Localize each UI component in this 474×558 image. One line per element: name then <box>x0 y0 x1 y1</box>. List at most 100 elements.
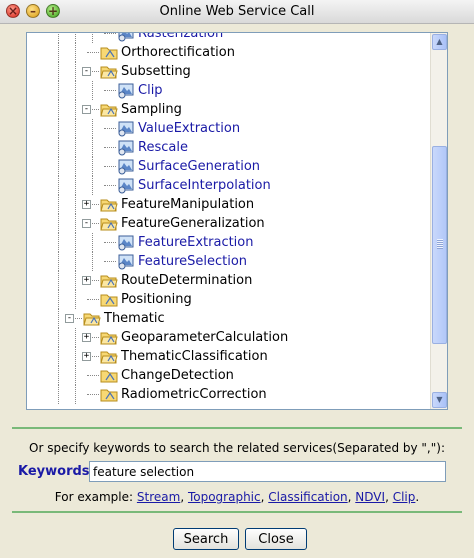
tree-connector-line <box>104 147 116 148</box>
example-row: For example: Stream, Topographic, Classi… <box>54 490 420 504</box>
tree-guide-line <box>92 176 93 195</box>
tree-guide-line <box>92 33 93 43</box>
tree-node[interactable]: Positioning <box>27 290 431 309</box>
tree-node-label[interactable]: SurfaceGeneration <box>138 157 260 176</box>
tree-node[interactable]: + GeoparameterCalculation <box>27 328 431 347</box>
tree-guide-line <box>75 33 76 43</box>
folder-icon <box>100 348 118 365</box>
tree-node[interactable]: - Thematic <box>27 309 431 328</box>
service-icon <box>117 33 135 42</box>
tree-guide-line <box>58 271 59 290</box>
tree-node[interactable]: ValueExtraction <box>27 119 431 138</box>
folder-icon <box>100 272 118 289</box>
expand-icon[interactable]: + <box>82 352 91 361</box>
tree-node-label[interactable]: Orthorectification <box>121 43 235 62</box>
tree-node-label[interactable]: Clip <box>138 81 163 100</box>
tree-node[interactable]: + ThematicClassification <box>27 347 431 366</box>
tree-node-label[interactable]: RouteDetermination <box>121 271 252 290</box>
tree-guide-line <box>58 309 59 328</box>
tree-node-label[interactable]: ChangeDetection <box>121 366 234 385</box>
tree-node-label[interactable]: Rescale <box>138 138 188 157</box>
service-icon <box>117 253 135 270</box>
vertical-scrollbar[interactable]: ▲ ▼ <box>430 33 447 409</box>
tree-connector-line <box>104 166 116 167</box>
tree-guide-line <box>58 33 59 43</box>
tree-guide-line <box>75 81 76 100</box>
expand-icon[interactable]: + <box>82 200 91 209</box>
tree-node[interactable]: FeatureExtraction <box>27 233 431 252</box>
collapse-icon[interactable]: - <box>82 105 91 114</box>
tree-node[interactable]: SurfaceInterpolation <box>27 176 431 195</box>
example-link-ndvi[interactable]: NDVI <box>355 490 385 504</box>
tree-guide-line <box>75 62 76 81</box>
tree-guide-line <box>75 385 76 404</box>
service-tree[interactable]: Rasterization Orthorectification - Subsetti… <box>26 32 448 410</box>
service-icon <box>117 177 135 194</box>
tree-node[interactable]: - Subsetting <box>27 62 431 81</box>
tree-guide-line <box>58 157 59 176</box>
close-button[interactable]: Close <box>245 528 307 550</box>
expand-icon[interactable]: + <box>82 276 91 285</box>
tree-guide-line <box>58 176 59 195</box>
tree-node-label[interactable]: Thematic <box>104 309 165 328</box>
folder-icon <box>100 367 118 384</box>
tree-node[interactable]: + FeatureManipulation <box>27 195 431 214</box>
tree-guide-line <box>58 328 59 347</box>
tree-node-label[interactable]: Sampling <box>121 100 182 119</box>
tree-node-label[interactable]: FeatureSelection <box>138 252 247 271</box>
scrollbar-thumb[interactable] <box>432 146 447 344</box>
keywords-input[interactable] <box>89 461 446 482</box>
tree-guide-line <box>75 233 76 252</box>
example-link-topographic[interactable]: Topographic <box>188 490 261 504</box>
scroll-down-icon[interactable]: ▼ <box>432 392 447 408</box>
tree-node-label[interactable]: RadiometricCorrection <box>121 385 267 404</box>
tree-node[interactable]: ChangeDetection <box>27 366 431 385</box>
tree-node-label[interactable]: Subsetting <box>121 62 191 81</box>
tree-node-label[interactable]: ThematicClassification <box>121 347 268 366</box>
expand-icon[interactable]: + <box>82 333 91 342</box>
tree-node-label[interactable]: FeatureManipulation <box>121 195 254 214</box>
tree-node[interactable]: FeatureSelection <box>27 252 431 271</box>
tree-node-label[interactable]: SurfaceInterpolation <box>138 176 271 195</box>
tree-guide-line <box>58 119 59 138</box>
tree-guide-line <box>92 81 93 100</box>
tree-connector-line <box>104 128 116 129</box>
tree-guide-line <box>75 290 76 309</box>
tree-guide-line <box>92 233 93 252</box>
tree-guide-line <box>92 119 93 138</box>
service-icon <box>117 139 135 156</box>
collapse-icon[interactable]: - <box>82 219 91 228</box>
example-link-clip[interactable]: Clip <box>393 490 416 504</box>
tree-node-label[interactable]: ValueExtraction <box>138 119 240 138</box>
folder-icon <box>100 386 118 403</box>
tree-node[interactable]: Clip <box>27 81 431 100</box>
grip-icon <box>437 239 443 249</box>
tree-node-label[interactable]: FeatureGeneralization <box>121 214 265 233</box>
tree-node[interactable]: Rasterization <box>27 33 431 43</box>
tree-node[interactable]: Orthorectification <box>27 43 431 62</box>
tree-node-label[interactable]: GeoparameterCalculation <box>121 328 288 347</box>
tree-node[interactable]: - Sampling <box>27 100 431 119</box>
separator-top <box>12 427 462 429</box>
tree-node[interactable]: + RouteDetermination <box>27 271 431 290</box>
tree-guide-line <box>75 252 76 271</box>
folder-icon <box>100 63 118 80</box>
folder-icon <box>100 291 118 308</box>
scroll-up-icon[interactable]: ▲ <box>432 34 447 50</box>
example-link-stream[interactable]: Stream <box>137 490 180 504</box>
tree-guide-line <box>75 100 76 119</box>
service-icon <box>117 120 135 137</box>
example-link-classification[interactable]: Classification <box>268 490 347 504</box>
service-icon <box>117 234 135 251</box>
tree-node[interactable]: - FeatureGeneralization <box>27 214 431 233</box>
collapse-icon[interactable]: - <box>65 314 74 323</box>
tree-node-label[interactable]: Rasterization <box>138 33 223 43</box>
tree-node[interactable]: RadiometricCorrection <box>27 385 431 404</box>
search-button[interactable]: Search <box>173 528 239 550</box>
tree-node-label[interactable]: FeatureExtraction <box>138 233 254 252</box>
tree-node-label[interactable]: Positioning <box>121 290 192 309</box>
tree-node[interactable]: SurfaceGeneration <box>27 157 431 176</box>
collapse-icon[interactable]: - <box>82 67 91 76</box>
tree-node[interactable]: Rescale <box>27 138 431 157</box>
tree-guide-line <box>58 81 59 100</box>
